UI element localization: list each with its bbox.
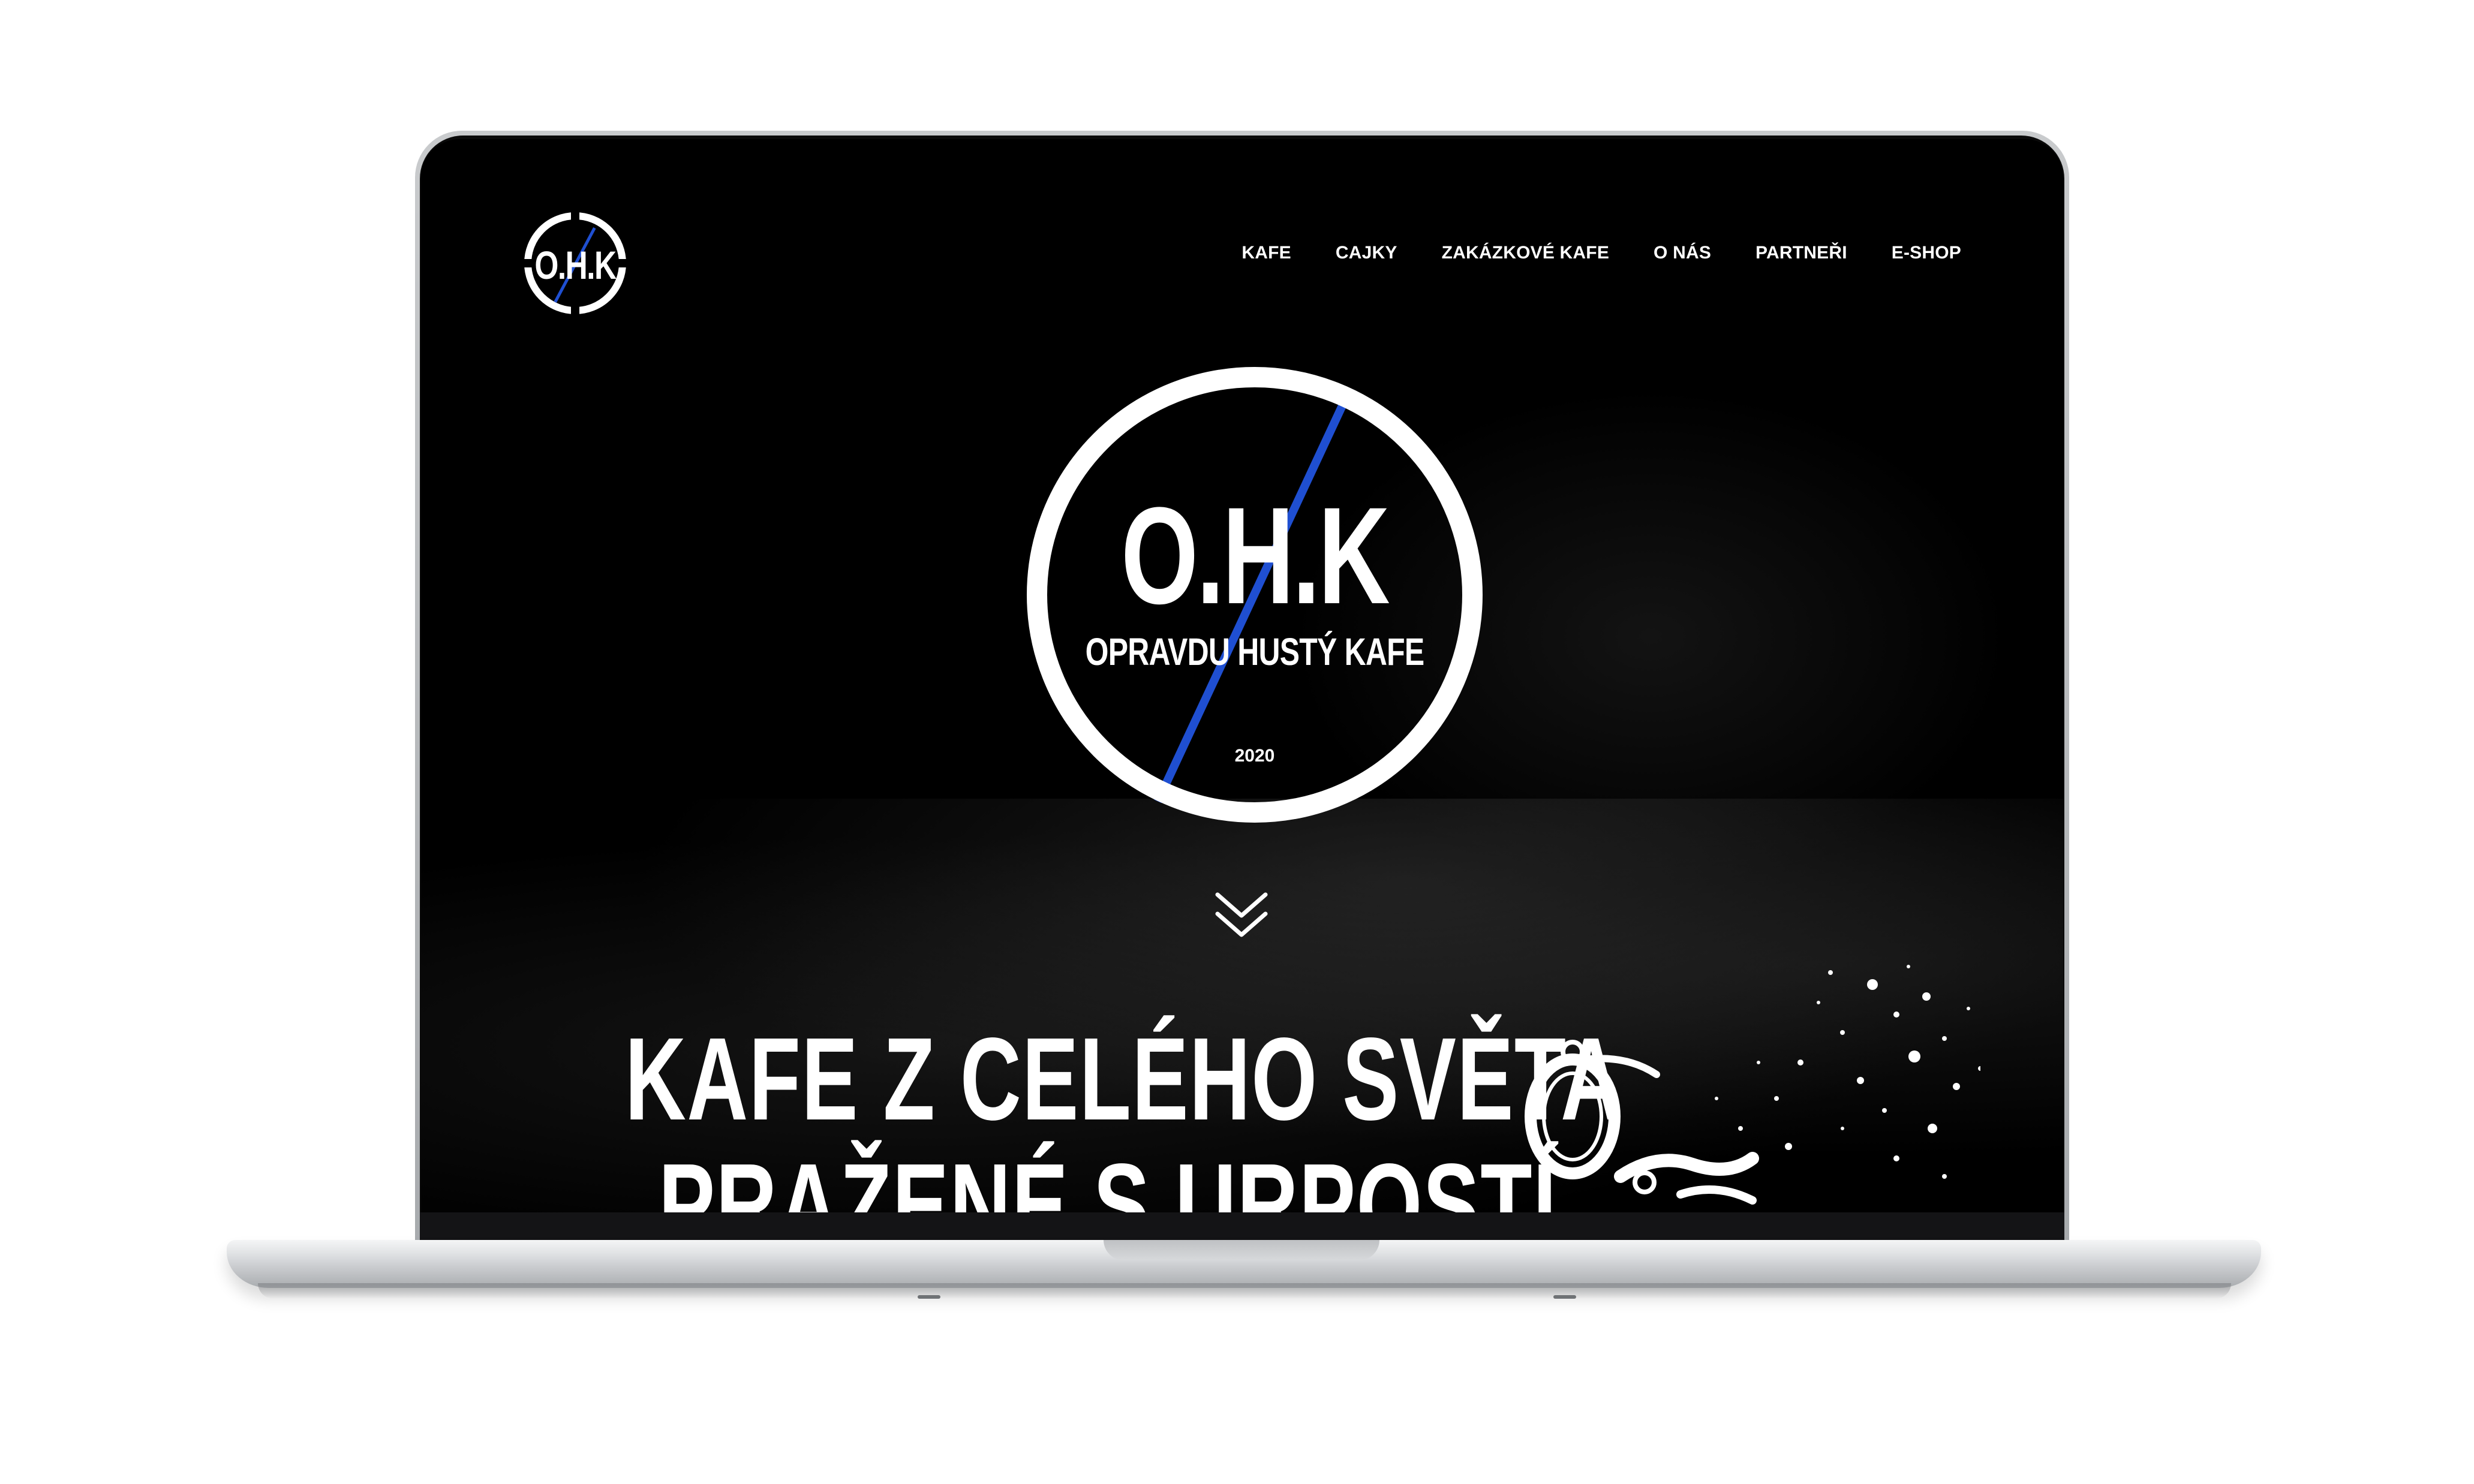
- nav-item-cajky[interactable]: CAJKY: [1336, 243, 1397, 263]
- laptop-notch: [1104, 1240, 1379, 1260]
- hero-title-line-1: KAFE Z CELÉHO SVĚTA: [625, 1013, 1623, 1145]
- laptop-foot-right: [1553, 1295, 1576, 1299]
- logo-text: O.H.K: [534, 243, 617, 287]
- hero-logo-year: 2020: [1234, 746, 1275, 766]
- hero-logo-sub-text: OPRAVDU HUSTÝ KAFE: [1085, 630, 1424, 673]
- hero-logo-main-text: O.H.K: [1121, 478, 1390, 633]
- nav-item-zakazkove-kafe[interactable]: ZAKÁZKOVÉ KAFE: [1442, 243, 1609, 263]
- nav-item-partneri[interactable]: PARTNEŘI: [1755, 243, 1847, 263]
- main-nav: KAFE CAJKY ZAKÁZKOVÉ KAFE O NÁS PARTNEŘI…: [1197, 235, 1961, 271]
- laptop-base-shadow: [258, 1283, 2231, 1299]
- hero-logo: O.H.K OPRAVDU HUSTÝ KAFE 2020: [1027, 367, 1483, 823]
- nav-item-kafe[interactable]: KAFE: [1241, 243, 1291, 263]
- scroll-down-chevron-icon[interactable]: [1212, 889, 1271, 943]
- hero-title-line-2: PRAŽENÉ S URPOSTÍ: [659, 1139, 1558, 1213]
- nav-item-e-shop[interactable]: E-SHOP: [1892, 243, 1961, 263]
- header-logo[interactable]: O.H.K: [518, 206, 632, 320]
- ring-gap-top: [571, 209, 579, 224]
- nav-item-o-nas[interactable]: O NÁS: [1654, 243, 1711, 263]
- laptop-foot-left: [918, 1295, 940, 1299]
- website-screen: O.H.K KAFE CAJKY ZAKÁZKOVÉ KAFE O NÁS PA…: [421, 139, 2063, 1212]
- ring-gap-bottom: [571, 302, 579, 318]
- laptop-chin: [420, 1212, 2064, 1240]
